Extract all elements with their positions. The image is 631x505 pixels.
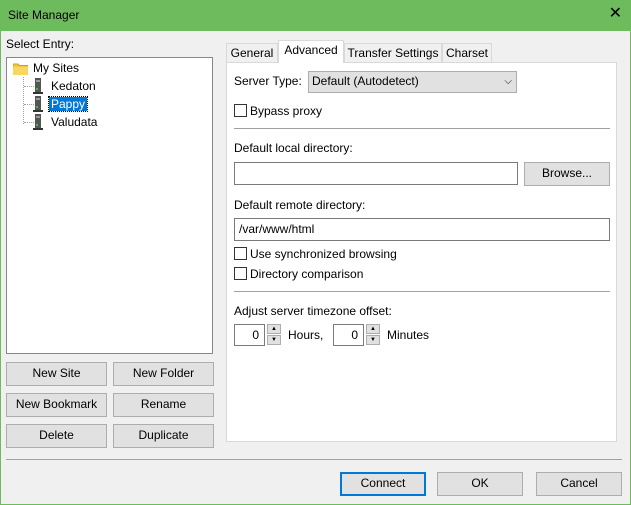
default-remote-dir-label: Default remote directory: (234, 198, 366, 212)
duplicate-button[interactable]: Duplicate (113, 424, 214, 448)
server-icon (33, 114, 43, 130)
footer-separator (6, 459, 622, 460)
sync-browsing-label: Use synchronized browsing (250, 247, 397, 261)
tree-item-kedaton[interactable]: Kedaton (33, 78, 98, 94)
tree-root-label: My Sites (33, 61, 80, 75)
default-local-dir-label: Default local directory: (234, 141, 353, 155)
hours-stepper[interactable]: ▲ ▼ (267, 324, 281, 346)
bypass-proxy-label: Bypass proxy (250, 104, 323, 118)
minutes-label: Minutes (387, 328, 430, 342)
window-title: Site Manager (8, 8, 80, 22)
tree-item-label: Pappy (47, 96, 89, 112)
browse-button[interactable]: Browse... (524, 162, 610, 186)
hours-label: Hours, (288, 328, 324, 342)
server-type-select[interactable]: Default (Autodetect) ⌵ (308, 71, 517, 93)
tab-charset[interactable]: Charset (442, 43, 492, 63)
select-entry-label: Select Entry: (6, 37, 75, 51)
cancel-button[interactable]: Cancel (536, 472, 622, 496)
timezone-offset-label: Adjust server timezone offset: (234, 304, 392, 318)
delete-button[interactable]: Delete (6, 424, 107, 448)
title-bar: Site Manager ✕ (0, 0, 631, 31)
tree-item-valudata[interactable]: Valudata (33, 114, 99, 130)
default-remote-dir-input[interactable]: /var/www/html (234, 218, 610, 241)
bypass-proxy-checkbox[interactable] (234, 104, 247, 117)
separator (234, 128, 610, 129)
server-icon (33, 96, 43, 112)
hours-input[interactable]: 0 (234, 324, 265, 346)
spin-down-icon[interactable]: ▼ (267, 335, 281, 345)
spin-down-icon[interactable]: ▼ (366, 335, 380, 345)
rename-button[interactable]: Rename (113, 393, 214, 417)
tab-general[interactable]: General (226, 43, 278, 63)
separator (234, 291, 610, 292)
new-folder-button[interactable]: New Folder (113, 362, 214, 386)
sync-browsing-checkbox[interactable] (234, 247, 247, 260)
chevron-down-icon: ⌵ (504, 76, 512, 87)
spin-up-icon[interactable]: ▲ (366, 324, 380, 334)
dir-comparison-checkbox[interactable] (234, 267, 247, 280)
close-icon[interactable]: ✕ (609, 5, 622, 23)
new-site-button[interactable]: New Site (6, 362, 107, 386)
server-type-label: Server Type: (234, 74, 302, 88)
minutes-input[interactable]: 0 (333, 324, 364, 346)
tree-connector (23, 77, 24, 124)
server-type-value: Default (Autodetect) (312, 74, 419, 88)
server-icon (33, 78, 43, 94)
site-tree[interactable]: My Sites Kedaton Pappy Valudata (6, 57, 213, 354)
tree-item-label: Kedaton (51, 79, 96, 93)
spin-up-icon[interactable]: ▲ (267, 324, 281, 334)
folder-icon (12, 63, 29, 76)
minutes-stepper[interactable]: ▲ ▼ (366, 324, 380, 346)
tab-advanced[interactable]: Advanced (278, 40, 344, 63)
connect-button[interactable]: Connect (340, 472, 426, 496)
tree-item-label: Valudata (51, 115, 98, 129)
tab-transfer-settings[interactable]: Transfer Settings (344, 43, 442, 63)
default-local-dir-input[interactable] (234, 162, 518, 185)
tree-root-my-sites[interactable]: My Sites (11, 60, 81, 76)
dir-comparison-label: Directory comparison (250, 267, 364, 281)
ok-button[interactable]: OK (437, 472, 523, 496)
new-bookmark-button[interactable]: New Bookmark (6, 393, 107, 417)
tree-item-pappy[interactable]: Pappy (33, 96, 89, 112)
